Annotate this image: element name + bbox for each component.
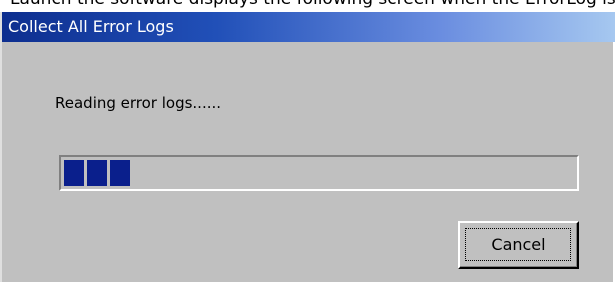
progress-block: [64, 160, 84, 186]
progress-block: [110, 160, 130, 186]
caption-text: Launch the software displays the followi…: [10, 0, 615, 8]
cancel-button-label: Cancel: [491, 235, 546, 254]
title-bar[interactable]: Collect All Error Logs: [2, 12, 615, 42]
document-caption: Launch the software displays the followi…: [0, 0, 615, 10]
collect-error-logs-dialog: Collect All Error Logs Reading error log…: [0, 12, 615, 282]
window-title: Collect All Error Logs: [8, 17, 174, 36]
progress-bar: [59, 155, 579, 191]
status-message: Reading error logs......: [55, 94, 222, 112]
cancel-button[interactable]: Cancel: [458, 221, 579, 269]
progress-fill: [64, 160, 130, 186]
progress-block: [87, 160, 107, 186]
